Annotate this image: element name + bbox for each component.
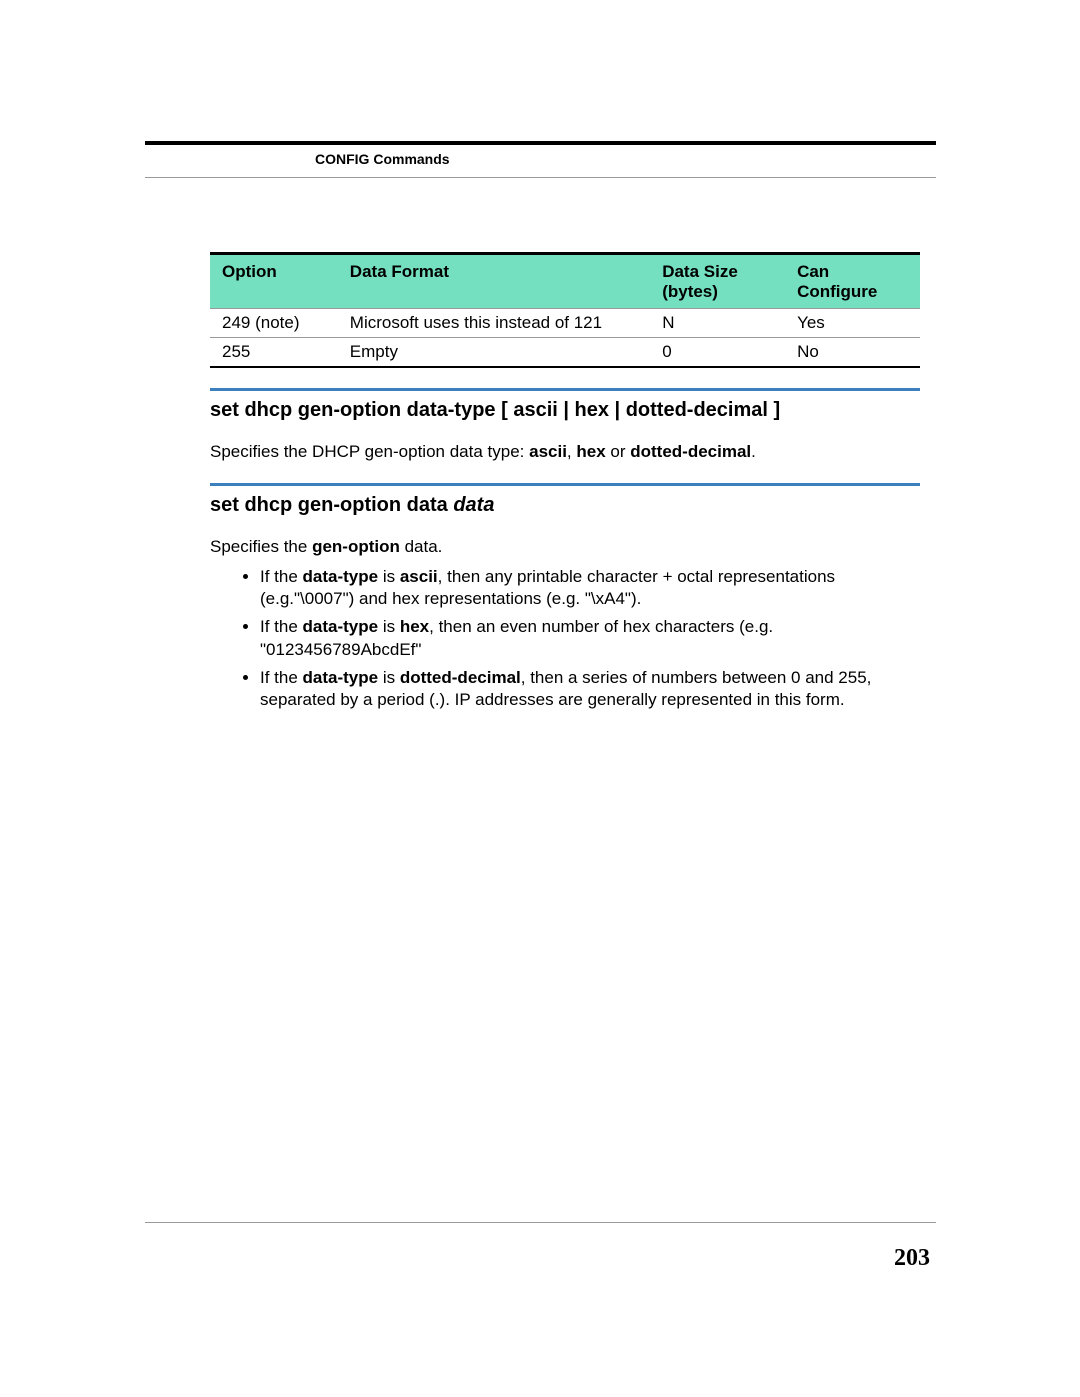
- text: If the: [260, 668, 303, 687]
- cell-option: 249 (note): [210, 309, 338, 338]
- top-rule: [145, 141, 936, 145]
- page-number: 203: [894, 1245, 930, 1272]
- table-header-row: Option Data Format Data Size (bytes) Can…: [210, 254, 920, 309]
- title-italic: data: [453, 494, 494, 516]
- bold-text: hex: [400, 617, 429, 636]
- paragraph: Specifies the gen-option data.: [210, 536, 920, 558]
- section-title: set dhcp gen-option data data: [210, 493, 920, 518]
- section-data: set dhcp gen-option data data Specifies …: [210, 483, 920, 711]
- bold-text: gen-option: [312, 537, 400, 556]
- page: CONFIG Commands Option Data Format Data …: [0, 0, 1080, 1397]
- table-row: 249 (note) Microsoft uses this instead o…: [210, 309, 920, 338]
- text: ,: [567, 442, 576, 461]
- section-title: set dhcp gen-option data-type [ ascii | …: [210, 398, 920, 423]
- cell-size: N: [650, 309, 785, 338]
- th-option: Option: [210, 254, 338, 309]
- paragraph: Specifies the DHCP gen-option data type:…: [210, 441, 920, 463]
- th-configure: Can Configure: [785, 254, 920, 309]
- table-row: 255 Empty 0 No: [210, 338, 920, 368]
- text: If the: [260, 617, 303, 636]
- text: If the: [260, 567, 303, 586]
- text: Specifies the DHCP gen-option data type:: [210, 442, 529, 461]
- text: .: [751, 442, 756, 461]
- bold-text: data-type: [303, 668, 379, 687]
- bold-text: data-type: [303, 567, 379, 586]
- section-data-type: set dhcp gen-option data-type [ ascii | …: [210, 388, 920, 463]
- bold-text: dotted-decimal: [400, 668, 521, 687]
- content-area: Option Data Format Data Size (bytes) Can…: [210, 252, 920, 717]
- text: or: [606, 442, 631, 461]
- text: is: [378, 617, 400, 636]
- running-header: CONFIG Commands: [315, 151, 450, 167]
- bold-text: hex: [576, 442, 605, 461]
- bold-text: ascii: [400, 567, 438, 586]
- section-rule: [210, 388, 920, 391]
- options-table: Option Data Format Data Size (bytes) Can…: [210, 252, 920, 368]
- list-item: If the data-type is dotted-decimal, then…: [260, 667, 920, 711]
- text: Specifies the: [210, 537, 312, 556]
- text: is: [378, 668, 400, 687]
- bold-text: data-type: [303, 617, 379, 636]
- list-item: If the data-type is ascii, then any prin…: [260, 566, 920, 610]
- list-item: If the data-type is hex, then an even nu…: [260, 616, 920, 660]
- section-rule: [210, 483, 920, 486]
- bold-text: dotted-decimal: [630, 442, 751, 461]
- footer-rule: [145, 1222, 936, 1223]
- text: is: [378, 567, 400, 586]
- cell-configure: No: [785, 338, 920, 368]
- bullet-list: If the data-type is ascii, then any prin…: [210, 566, 920, 711]
- cell-size: 0: [650, 338, 785, 368]
- text: data.: [400, 537, 443, 556]
- section-body: Specifies the gen-option data. If the da…: [210, 536, 920, 711]
- title-plain: set dhcp gen-option data: [210, 494, 453, 516]
- section-body: Specifies the DHCP gen-option data type:…: [210, 441, 920, 463]
- th-size: Data Size (bytes): [650, 254, 785, 309]
- cell-format: Microsoft uses this instead of 121: [338, 309, 650, 338]
- bold-text: ascii: [529, 442, 567, 461]
- header-underline: [145, 177, 936, 178]
- cell-configure: Yes: [785, 309, 920, 338]
- th-format: Data Format: [338, 254, 650, 309]
- cell-option: 255: [210, 338, 338, 368]
- cell-format: Empty: [338, 338, 650, 368]
